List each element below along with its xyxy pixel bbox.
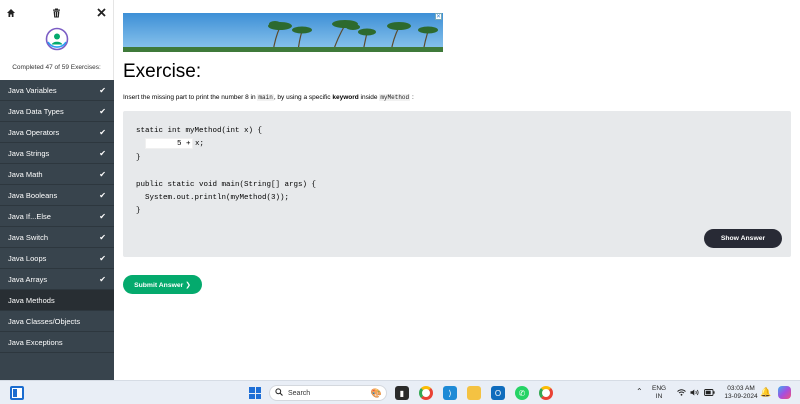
instruction-text: inside	[358, 94, 380, 101]
clock-date: 13-09-2024	[724, 393, 758, 400]
sidebar-item-label: Java Data Types	[8, 106, 64, 116]
sidebar-item-label: Java Strings	[8, 148, 50, 158]
sidebar-item-label: Java Operators	[8, 127, 60, 137]
language-code: ENG	[652, 385, 667, 392]
sidebar-item-java-loops[interactable]: Java Loops ✔	[0, 248, 114, 269]
checkmark-icon: ✔	[99, 148, 106, 158]
exercise-sidebar: Completed 47 of 59 Exercises: Java Varia…	[0, 0, 114, 380]
instruction-text: , by using a specific	[273, 94, 333, 101]
checkmark-icon: ✔	[99, 127, 106, 137]
search-icon	[275, 388, 283, 398]
sidebar-item-label: Java Classes/Objects	[8, 316, 81, 326]
checkmark-icon: ✔	[99, 169, 106, 179]
sidebar-item-java-exceptions[interactable]: Java Exceptions	[0, 332, 114, 353]
notification-bell-icon[interactable]: 🔔	[760, 388, 771, 397]
checkmark-icon: ✔	[99, 274, 106, 284]
sidebar-item-java-operators[interactable]: Java Operators ✔	[0, 122, 114, 143]
sidebar-item-java-data-types[interactable]: Java Data Types ✔	[0, 101, 114, 122]
checkmark-icon: ✔	[99, 85, 106, 95]
clock[interactable]: 03:03 AM 13-09-2024	[719, 385, 763, 401]
wifi-icon[interactable]	[677, 389, 686, 399]
sidebar-header: Completed 47 of 59 Exercises:	[0, 0, 114, 80]
sidebar-item-java-methods[interactable]: Java Methods	[0, 290, 114, 311]
trash-icon[interactable]	[52, 8, 61, 21]
sidebar-toolbar	[0, 0, 113, 22]
widgets-icon[interactable]	[10, 386, 24, 400]
avatar-icon	[45, 27, 69, 51]
sidebar-item-label: Java Exceptions	[8, 337, 63, 347]
code-line: 5 + x;	[177, 140, 205, 148]
sidebar-item-label: Java Arrays	[8, 274, 48, 284]
sidebar-item-java-if-else[interactable]: Java If...Else ✔	[0, 206, 114, 227]
copilot-icon[interactable]	[778, 386, 791, 399]
clock-time: 03:03 AM	[727, 385, 755, 392]
chrome-icon[interactable]	[419, 386, 433, 400]
sidebar-item-java-arrays[interactable]: Java Arrays ✔	[0, 269, 114, 290]
instruction-code-main: main	[257, 94, 274, 101]
code-line: public static void main(String[] args) {	[136, 181, 317, 189]
progress-text: Completed 47 of 59 Exercises:	[12, 64, 101, 71]
volume-icon[interactable]	[690, 389, 700, 399]
chrome-profile-icon[interactable]	[539, 386, 553, 400]
sidebar-item-label: Java Math	[8, 169, 43, 179]
vscode-icon[interactable]: ⟩	[443, 386, 457, 400]
exercise-instruction: Insert the missing part to print the num…	[123, 94, 414, 101]
code-line: System.out.println(myMethod(3));	[136, 194, 290, 202]
battery-icon[interactable]	[704, 389, 715, 399]
sidebar-item-label: Java If...Else	[8, 211, 51, 221]
sidebar-item-java-variables[interactable]: Java Variables ✔	[0, 80, 114, 101]
home-icon[interactable]	[6, 8, 16, 21]
taskbar-search[interactable]: Search 🎨	[269, 385, 387, 401]
file-explorer-icon[interactable]	[467, 386, 481, 400]
submit-answer-button[interactable]: Submit Answer ❯	[123, 275, 202, 294]
sidebar-item-java-strings[interactable]: Java Strings ✔	[0, 143, 114, 164]
outlook-icon[interactable]: O	[491, 386, 505, 400]
instruction-text: :	[410, 94, 414, 101]
sidebar-item-java-math[interactable]: Java Math ✔	[0, 164, 114, 185]
sidebar-item-java-classes-objects[interactable]: Java Classes/Objects	[0, 311, 114, 332]
sidebar-item-java-booleans[interactable]: Java Booleans ✔	[0, 185, 114, 206]
task-view-icon[interactable]: ▮	[395, 386, 409, 400]
code-editor-box: static int myMethod(int x) { 5 + x; } pu…	[123, 111, 791, 257]
instruction-text: Insert the missing part to print the num…	[123, 94, 258, 101]
show-answer-button[interactable]: Show Answer	[704, 229, 782, 248]
instruction-code-method: myMethod	[379, 94, 411, 101]
show-hidden-icons[interactable]: ⌃	[636, 388, 643, 396]
ad-image	[123, 13, 443, 52]
sidebar-item-label: Java Switch	[8, 232, 49, 242]
sidebar-item-label: Java Variables	[8, 85, 57, 95]
instruction-keyword: keyword	[332, 94, 359, 101]
search-placeholder: Search	[288, 389, 311, 397]
ad-banner[interactable]: ✕	[123, 13, 443, 52]
sidebar-item-label: Java Loops	[8, 253, 47, 263]
start-icon[interactable]	[249, 387, 261, 399]
exercise-title: Exercise:	[123, 61, 202, 82]
search-highlight-icon: 🎨	[370, 387, 382, 398]
code-line: }	[136, 207, 141, 215]
code-line: static int myMethod(int x) {	[136, 127, 263, 135]
sidebar-item-java-switch[interactable]: Java Switch ✔	[0, 227, 114, 248]
checkmark-icon: ✔	[99, 253, 106, 263]
ad-close-button[interactable]: ✕	[435, 13, 442, 20]
windows-taskbar: Search 🎨 ▮ ⟩ O ✆ ⌃ ENG IN 03:03 AM 13-09…	[0, 380, 800, 404]
region-code: IN	[655, 393, 663, 400]
sidebar-item-label: Java Methods	[8, 295, 55, 305]
exercise-menu: Java Variables ✔ Java Data Types ✔ Java Oper…	[0, 80, 114, 353]
close-icon[interactable]	[97, 8, 106, 20]
checkmark-icon: ✔	[99, 106, 106, 116]
sidebar-item-label: Java Booleans	[8, 190, 58, 200]
page: Completed 47 of 59 Exercises: Java Varia…	[0, 0, 800, 404]
code-line: }	[136, 154, 141, 162]
checkmark-icon: ✔	[99, 232, 106, 242]
whatsapp-icon[interactable]: ✆	[515, 386, 529, 400]
checkmark-icon: ✔	[99, 211, 106, 221]
checkmark-icon: ✔	[99, 190, 106, 200]
language-indicator[interactable]: ENG IN	[652, 385, 666, 401]
